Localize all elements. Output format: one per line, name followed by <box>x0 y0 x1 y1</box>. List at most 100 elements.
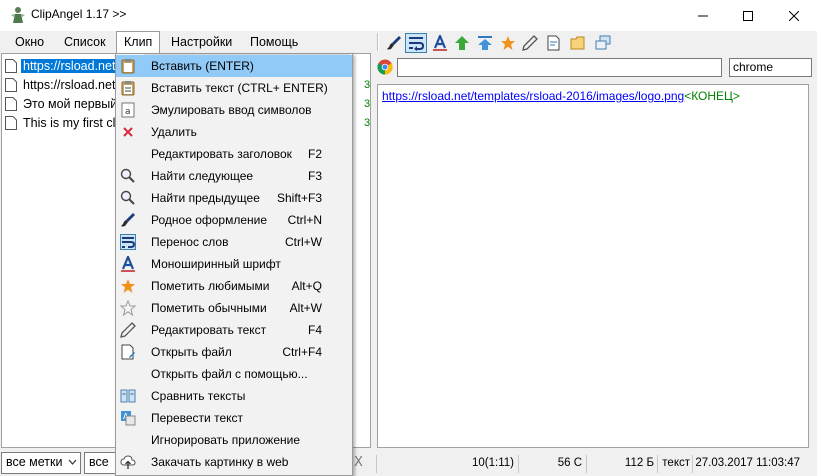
menu-item-monospace[interactable]: Моноширинный шрифт <box>116 253 352 275</box>
status-datetime: 27.03.2017 11:03:47 <box>695 457 800 469</box>
status-type: текст <box>662 457 690 469</box>
status-position: 10(1:11) <box>472 457 514 469</box>
menu-item-find-next[interactable]: Найти следующее F3 <box>116 165 352 187</box>
star-outline-icon <box>119 299 137 317</box>
status-divider <box>518 455 519 473</box>
chrome-icon <box>377 59 393 75</box>
clip-menu-dropdown: Вставить (ENTER) Вставить текст (CTRL+ E… <box>115 53 353 476</box>
menu-item-upload-image[interactable]: Закачать картинку в web <box>116 451 352 473</box>
end-marker: <КОНЕЦ> <box>684 89 740 103</box>
type-filter-select[interactable]: все т <box>84 452 116 474</box>
move-top-button[interactable] <box>474 33 496 53</box>
toolbar-separator <box>377 33 379 51</box>
menu-item-emulate-input[interactable]: a Эмулировать ввод символов <box>116 99 352 121</box>
status-divider <box>376 455 377 473</box>
menu-clip[interactable]: Клип <box>116 31 161 54</box>
status-size: 112 Б <box>624 457 654 469</box>
find-next-icon <box>120 168 136 184</box>
star-icon <box>501 36 515 50</box>
edit-text-button[interactable] <box>519 33 541 53</box>
paste-icon <box>120 58 136 74</box>
menu-settings[interactable]: Настройки <box>164 31 239 53</box>
document-icon <box>5 115 17 130</box>
font-a-icon <box>120 254 136 272</box>
maximize-icon <box>743 10 753 21</box>
minimize-icon <box>698 15 708 16</box>
menu-item-open-with[interactable]: Открыть файл с помощью... <box>116 363 352 385</box>
list-item-count: 3 <box>364 116 371 129</box>
menu-item-compare[interactable]: Сравнить тексты <box>116 385 352 407</box>
menu-item-edit-title[interactable]: Редактировать заголовок F2 <box>116 143 352 165</box>
menu-item-mark-normal[interactable]: Пометить обычными Alt+W <box>116 297 352 319</box>
tags-filter-select[interactable]: все метки <box>1 452 81 474</box>
brush-button[interactable] <box>383 33 405 53</box>
menu-bar: Окно Список Клип Настройки Помощь <box>0 31 370 54</box>
cloud-upload-icon <box>120 454 136 470</box>
menu-item-find-prev[interactable]: Найти предыдущее Shift+F3 <box>116 187 352 209</box>
clip-link[interactable]: https://rsload.net/templates/rsload-2016… <box>382 89 684 103</box>
clear-filter-button[interactable]: X <box>354 455 363 470</box>
star-icon <box>120 278 136 294</box>
close-button[interactable] <box>771 0 817 31</box>
arrow-up-blue-icon <box>478 36 492 50</box>
document-icon <box>5 77 17 92</box>
brush-icon <box>120 212 136 228</box>
menu-item-word-wrap[interactable]: Перенос слов Ctrl+W <box>116 231 352 253</box>
clip-text-editor[interactable]: https://rsload.net/templates/rsload-2016… <box>377 84 809 448</box>
app-name-field[interactable]: chrome <box>729 58 812 77</box>
close-icon <box>789 10 799 21</box>
maximize-button[interactable] <box>725 0 771 31</box>
app-logo-icon <box>9 6 27 24</box>
list-item-count: 3 <box>364 97 371 110</box>
status-divider <box>692 455 693 473</box>
brush-icon <box>387 36 401 50</box>
menu-item-delete[interactable]: Удалить <box>116 121 352 143</box>
arrow-up-green-icon <box>455 36 469 50</box>
menu-help[interactable]: Помощь <box>243 31 305 53</box>
window-button[interactable] <box>592 33 614 53</box>
window-title: ClipAngel 1.17 >> <box>31 7 127 21</box>
minimize-button[interactable] <box>680 0 726 31</box>
favorite-button[interactable] <box>497 33 519 53</box>
svg-text:a: a <box>125 107 131 117</box>
pencil-icon <box>120 322 136 338</box>
font-a-icon <box>433 35 447 51</box>
menu-item-paste-text[interactable]: Вставить текст (CTRL+ ENTER) <box>116 77 352 99</box>
menu-item-mark-favorite[interactable]: Пометить любимыми Alt+Q <box>116 275 352 297</box>
type-filter-value: все т <box>89 455 109 473</box>
list-item-text: This is my first cli <box>23 115 119 130</box>
list-item-text: Это мой первый <box>23 96 118 111</box>
menu-item-edit-text[interactable]: Редактировать текст F4 <box>116 319 352 341</box>
pencil-icon <box>522 35 538 51</box>
edit-file-icon <box>120 344 136 360</box>
menu-window[interactable]: Окно <box>8 31 51 53</box>
menu-item-translate[interactable]: A Перевести текст <box>116 407 352 429</box>
list-item-text: https://rsload.net <box>23 77 116 92</box>
menu-list[interactable]: Список <box>57 31 113 53</box>
delete-icon <box>120 124 136 140</box>
menu-item-ignore-app[interactable]: Игнорировать приложение <box>116 429 352 451</box>
translate-icon: A <box>120 410 136 426</box>
status-chars: 56 С <box>557 457 582 469</box>
window-copy-icon <box>595 35 611 50</box>
word-wrap-icon <box>409 37 424 51</box>
menu-item-native-style[interactable]: Родное оформление Ctrl+N <box>116 209 352 231</box>
word-wrap-icon <box>120 234 136 250</box>
menu-item-open-file[interactable]: Открыть файл Ctrl+F4 <box>116 341 352 363</box>
move-up-button[interactable] <box>451 33 473 53</box>
list-item-count: 3 <box>364 78 371 91</box>
font-button[interactable] <box>429 33 451 53</box>
menu-item-paste[interactable]: Вставить (ENTER) <box>116 55 352 77</box>
word-wrap-button[interactable] <box>405 33 427 53</box>
paste-text-icon <box>120 80 136 96</box>
status-divider <box>586 455 587 473</box>
edit-file-icon <box>547 35 560 51</box>
url-field[interactable] <box>397 58 722 77</box>
open-folder-icon <box>570 36 585 50</box>
open-with-button[interactable] <box>567 33 589 53</box>
list-item-text: https://rsload.net <box>21 58 118 73</box>
chevron-down-icon <box>68 459 77 465</box>
document-icon <box>5 96 17 111</box>
emulate-input-icon: a <box>120 102 136 118</box>
open-file-button[interactable] <box>543 33 565 53</box>
